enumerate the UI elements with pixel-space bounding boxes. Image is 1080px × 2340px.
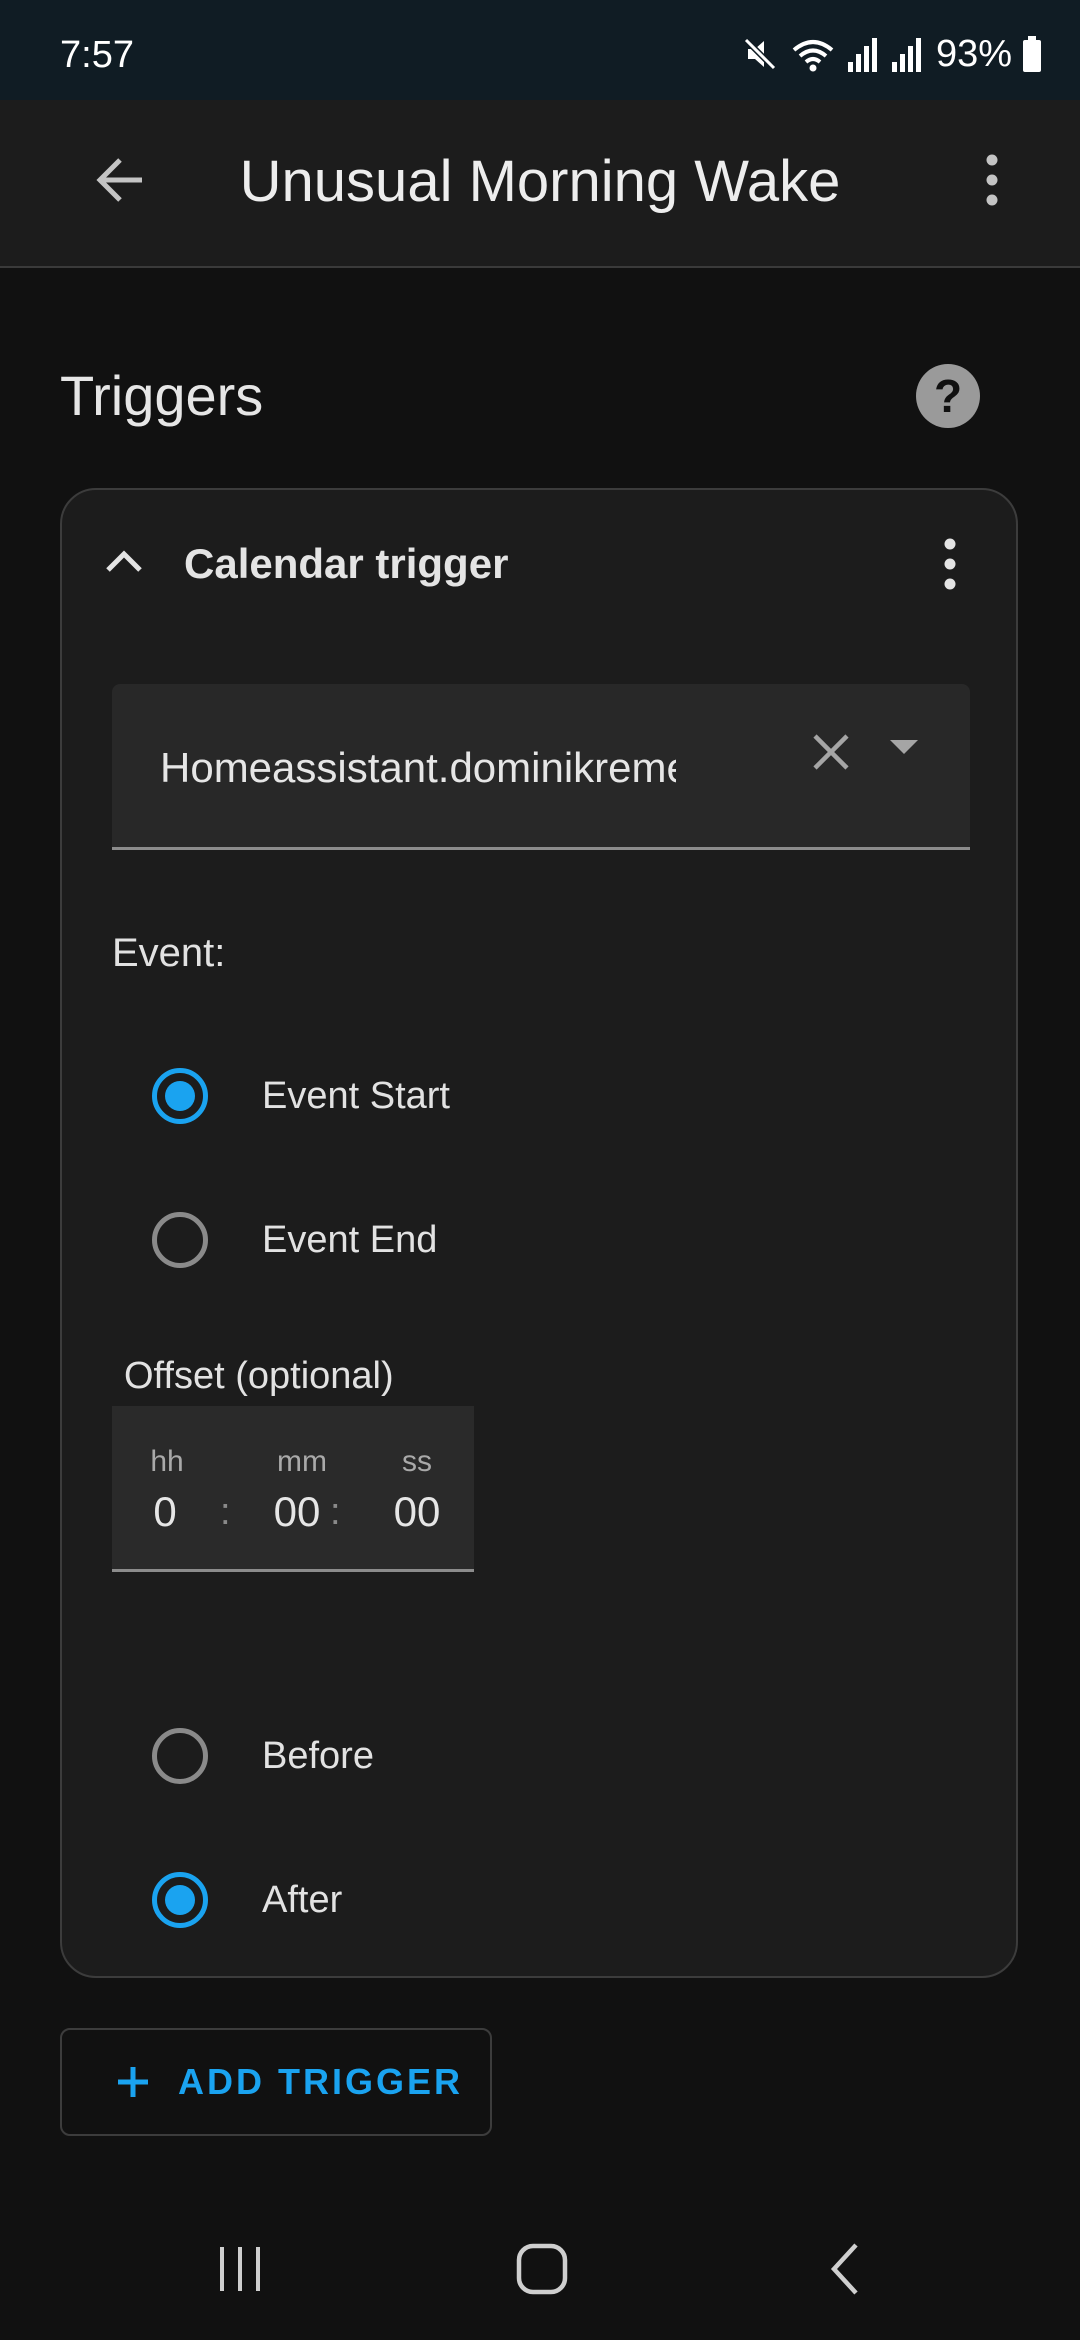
radio-after[interactable]: After [152,1860,342,1940]
signal-icon [890,34,924,74]
hours-unit-label: hh [150,1445,184,1478]
trigger-card: Calendar trigger Homeassistant.dominikre… [60,488,1018,1978]
more-options-button[interactable] [952,142,1032,222]
back-button[interactable] [80,142,160,222]
help-icon[interactable]: ? [916,364,980,428]
status-bar: 7:57 93% [0,0,1080,100]
trigger-card-header[interactable]: Calendar trigger [62,490,1016,634]
time-separator: : [220,1491,231,1533]
system-nav-bar [0,2200,1080,2340]
radio-before[interactable]: Before [152,1716,374,1796]
add-trigger-button[interactable]: ADD TRIGGER [60,2028,492,2136]
arrow-left-icon [94,154,146,211]
radio-label: Before [262,1735,374,1777]
add-trigger-label: ADD TRIGGER [178,2061,463,2102]
radio-button[interactable] [152,1728,208,1784]
offset-duration-input[interactable]: hh 0 : mm 00 : ss 00 [112,1406,474,1572]
mute-icon [740,34,780,74]
status-icons: 93% [740,34,1042,74]
battery-icon [1022,34,1042,74]
trigger-card-title: Calendar trigger [184,540,509,587]
signal-icon [846,34,880,74]
close-icon[interactable] [809,730,853,774]
radio-event-start[interactable]: Event Start [152,1056,450,1136]
system-back-button[interactable] [806,2238,886,2304]
chevron-left-icon [826,2241,866,2302]
recents-icon [210,2241,270,2302]
offset-label: Offset (optional) [124,1355,394,1397]
minutes-unit-label: mm [277,1445,327,1478]
radio-label: Event Start [262,1075,450,1117]
triggers-heading: Triggers [60,364,264,427]
radio-event-end[interactable]: Event End [152,1200,437,1280]
radio-label: After [262,1879,343,1921]
home-icon [514,2241,570,2302]
time-separator: : [330,1491,341,1533]
hours-input[interactable]: 0 [138,1486,192,1538]
recent-apps-button[interactable] [200,2238,280,2304]
status-time: 7:57 [60,34,134,76]
seconds-unit-label: ss [402,1445,432,1478]
calendar-select-value: Homeassistant.dominikremes@gmail.com [160,744,916,791]
radio-button[interactable] [152,1068,208,1124]
more-vertical-icon[interactable] [926,536,974,592]
app-bar: Unusual Morning Wake [0,100,1080,268]
chevron-up-icon[interactable] [100,538,148,586]
plus-icon [116,2065,150,2099]
page-title: Unusual Morning Wake [239,149,841,214]
battery-percent: 93% [935,33,1012,75]
radio-button[interactable] [152,1212,208,1268]
radio-button[interactable] [152,1872,208,1928]
calendar-select[interactable]: Homeassistant.dominikremes@gmail.com [112,684,970,850]
more-vertical-icon [982,152,1002,213]
event-group-label: Event: [112,931,226,975]
home-button[interactable] [502,2238,582,2304]
radio-label: Event End [262,1219,438,1261]
dropdown-arrow-icon[interactable] [882,726,926,770]
wifi-icon [790,34,836,74]
seconds-input[interactable]: 00 [372,1486,462,1538]
minutes-input[interactable]: 00 [252,1486,342,1538]
